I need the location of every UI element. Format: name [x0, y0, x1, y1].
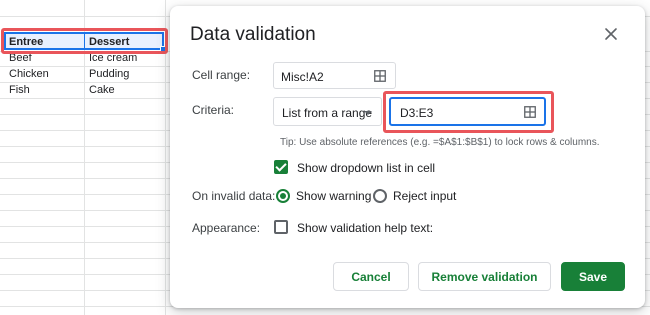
help-text-label: Show validation help text: — [297, 221, 434, 235]
cell-dessert[interactable]: Cake — [89, 84, 115, 96]
highlight-box — [383, 91, 554, 133]
cell-entree[interactable]: Fish — [9, 84, 30, 96]
cell-entree[interactable]: Chicken — [9, 68, 49, 80]
criteria-type-dropdown[interactable]: List from a range — [273, 97, 382, 126]
cell-range-value: Misc!A2 — [281, 70, 324, 84]
reject-input-radio[interactable] — [373, 189, 387, 203]
show-dropdown-checkbox[interactable] — [274, 160, 288, 174]
criteria-label: Criteria: — [192, 103, 235, 117]
tip-text: Tip: Use absolute references (e.g. =$A$1… — [280, 137, 600, 148]
invalid-data-label: On invalid data: — [192, 189, 276, 203]
show-dropdown-label: Show dropdown list in cell — [297, 161, 436, 175]
chevron-down-icon — [364, 111, 372, 115]
show-warning-radio[interactable] — [276, 189, 290, 203]
data-validation-dialog: Data validation Cell range: Misc!A2 Crit… — [170, 6, 645, 308]
show-warning-label: Show warning — [296, 189, 372, 203]
reject-input-label: Reject input — [393, 189, 457, 203]
grid-select-icon[interactable] — [374, 70, 386, 82]
highlight-box — [1, 28, 168, 54]
cell-range-label: Cell range: — [192, 68, 251, 82]
close-icon[interactable] — [603, 26, 619, 42]
cell-dessert[interactable]: Pudding — [89, 68, 129, 80]
criteria-type-value: List from a range — [282, 106, 373, 120]
remove-validation-button[interactable]: Remove validation — [418, 262, 551, 291]
help-text-checkbox[interactable] — [274, 220, 288, 234]
cancel-button[interactable]: Cancel — [333, 262, 409, 291]
appearance-label: Appearance: — [192, 221, 261, 235]
dialog-title: Data validation — [190, 24, 316, 45]
save-button[interactable]: Save — [561, 262, 625, 291]
cell-range-input[interactable]: Misc!A2 — [273, 62, 396, 89]
